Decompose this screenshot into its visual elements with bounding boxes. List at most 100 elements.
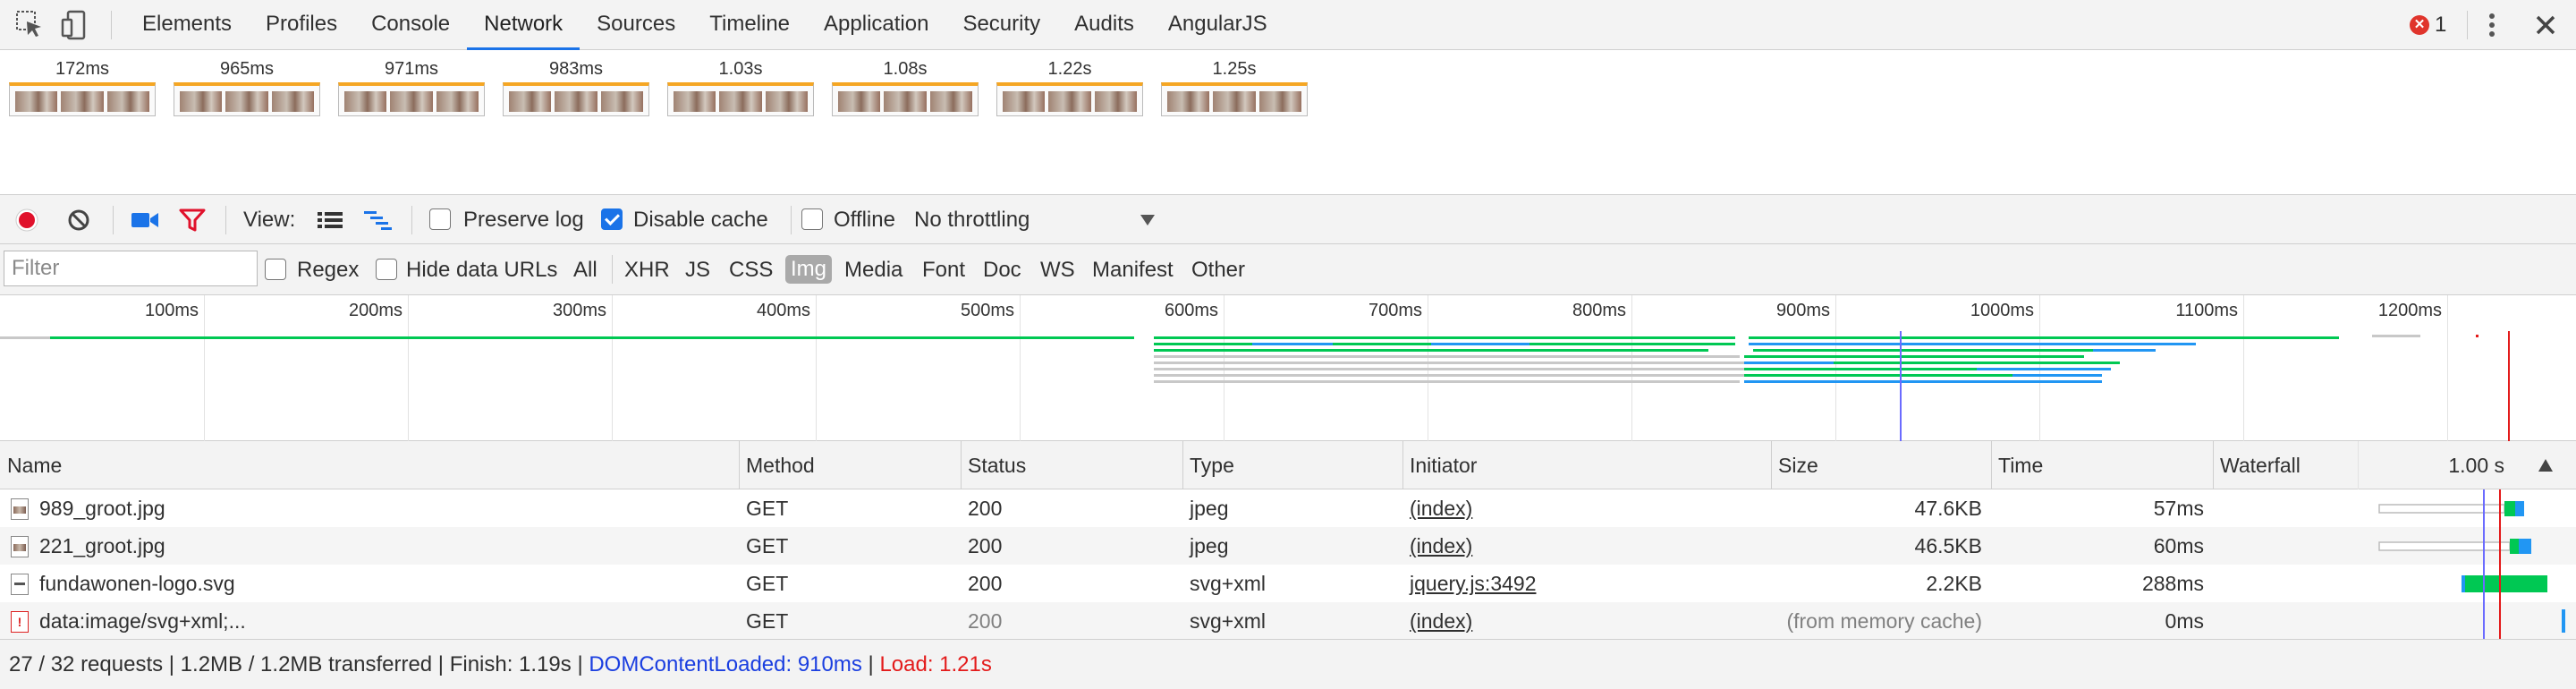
view-label: View: (243, 208, 296, 232)
overview-request-bars (0, 331, 2510, 441)
offline-checkbox[interactable] (801, 208, 823, 230)
device-mode-icon[interactable] (59, 9, 91, 41)
type-filter-js[interactable]: JS (685, 244, 710, 295)
column-header-initiator[interactable]: Initiator (1402, 441, 1477, 489)
tab-elements[interactable]: Elements (125, 0, 249, 50)
request-status: 200 (968, 497, 1003, 520)
error-count: 1 (2435, 13, 2447, 37)
request-size: 46.5KB (1914, 534, 1982, 557)
disable-cache-checkbox[interactable] (601, 208, 623, 230)
type-filter-all[interactable]: All (573, 244, 597, 295)
filmstrip-frame[interactable]: 1.25s (1161, 57, 1308, 116)
filmstrip-frame[interactable]: 1.08s (832, 57, 979, 116)
request-name: 221_groot.jpg (39, 534, 165, 557)
request-method: GET (746, 609, 789, 633)
request-time: 60ms (2153, 534, 2204, 557)
filter-bar: Regex Hide data URLs All XHR JS CSS Img … (0, 244, 2576, 295)
request-time: 57ms (2153, 497, 2204, 520)
summary-domcontentloaded: DOMContentLoaded: 910ms (589, 652, 862, 676)
regex-checkbox[interactable] (265, 259, 286, 280)
tab-audits[interactable]: Audits (1057, 0, 1151, 50)
column-header-type[interactable]: Type (1182, 441, 1234, 489)
table-row[interactable]: 989_groot.jpg GET 200 jpeg (index) 47.6K… (0, 489, 2576, 527)
column-header-time[interactable]: Time (1991, 441, 2043, 489)
preserve-log-checkbox[interactable] (429, 208, 451, 230)
more-options-icon[interactable] (2476, 9, 2508, 41)
table-row[interactable]: fundawonen-logo.svg GET 200 svg+xml jque… (0, 565, 2576, 602)
screenshot-filmstrip: 172ms 965ms 971ms 983ms 1.03s 1.08s 1.22… (0, 50, 2576, 195)
tab-security[interactable]: Security (945, 0, 1057, 50)
type-filter-doc[interactable]: Doc (983, 244, 1021, 295)
frame-time: 1.03s (718, 59, 763, 79)
throttling-value: No throttling (914, 208, 1030, 232)
network-summary-bar: 27 / 32 requests | 1.2MB / 1.2MB transfe… (0, 639, 2576, 689)
column-header-size[interactable]: Size (1771, 441, 1818, 489)
frame-time: 983ms (548, 59, 604, 79)
offline-label: Offline (834, 208, 895, 232)
request-status: 200 (968, 609, 1003, 633)
type-filter-xhr[interactable]: XHR (624, 244, 670, 295)
hide-data-urls-label: Hide data URLs (406, 258, 558, 282)
tab-sources[interactable]: Sources (580, 0, 692, 50)
clear-icon[interactable] (66, 208, 91, 233)
tab-angularjs[interactable]: AngularJS (1151, 0, 1284, 50)
column-header-status[interactable]: Status (961, 441, 1026, 489)
column-header-waterfall[interactable]: Waterfall (2213, 441, 2301, 489)
network-toolbar: View: Preserve log Disable cache Offline… (0, 195, 2576, 244)
type-filter-ws[interactable]: WS (1040, 244, 1075, 295)
filter-funnel-icon[interactable] (179, 208, 206, 233)
error-counter[interactable]: ✕ 1 (2410, 12, 2446, 38)
tab-profiles[interactable]: Profiles (249, 0, 354, 50)
filmstrip-frame[interactable]: 1.03s (667, 57, 814, 116)
waterfall-bar (2378, 501, 2524, 516)
type-filter-css[interactable]: CSS (729, 244, 773, 295)
request-initiator-link[interactable]: (index) (1402, 602, 1771, 640)
filmstrip-frame[interactable]: 971ms (338, 57, 485, 116)
request-initiator-link[interactable]: (index) (1402, 489, 1771, 527)
hide-data-urls-checkbox[interactable] (376, 259, 397, 280)
sort-ascending-icon[interactable] (2537, 457, 2555, 473)
request-size: 47.6KB (1914, 497, 1982, 520)
filter-input[interactable] (4, 251, 258, 286)
tab-console[interactable]: Console (354, 0, 467, 50)
list-view-icon[interactable] (317, 209, 343, 231)
column-header-method[interactable]: Method (739, 441, 815, 489)
request-name: data:image/svg+xml;... (39, 609, 246, 633)
type-filter-img[interactable]: Img (785, 255, 833, 284)
filmstrip-frame[interactable]: 1.22s (996, 57, 1143, 116)
frame-thumbnail (1161, 82, 1308, 116)
regex-label: Regex (297, 258, 360, 282)
svg-file-icon (11, 574, 29, 595)
waterfall-scale-label: 1.00 s (2448, 454, 2504, 477)
image-file-icon (11, 498, 29, 520)
filmstrip-frame[interactable]: 983ms (503, 57, 649, 116)
request-type: jpeg (1190, 497, 1229, 520)
type-filter-font[interactable]: Font (922, 244, 965, 295)
type-filter-media[interactable]: Media (844, 244, 902, 295)
table-row[interactable]: data:image/svg+xml;... GET 200 svg+xml (… (0, 602, 2576, 640)
capture-screenshots-icon[interactable] (131, 209, 159, 231)
network-overview[interactable]: 100ms 200ms 300ms 400ms 500ms 600ms 700m… (0, 295, 2576, 441)
tab-network[interactable]: Network (467, 0, 580, 50)
request-type: jpeg (1190, 534, 1229, 557)
frame-time: 965ms (219, 59, 275, 79)
waterfall-view-icon[interactable] (363, 209, 394, 231)
column-header-name[interactable]: Name (0, 441, 62, 489)
tab-timeline[interactable]: Timeline (692, 0, 807, 50)
request-type: svg+xml (1190, 609, 1266, 633)
throttling-select[interactable]: No throttling (914, 195, 1165, 244)
type-filter-other[interactable]: Other (1191, 244, 1245, 295)
filmstrip-frame[interactable]: 965ms (174, 57, 320, 116)
close-devtools-icon[interactable] (2529, 9, 2562, 41)
record-icon[interactable] (14, 208, 39, 233)
inspect-element-icon[interactable] (14, 9, 47, 41)
type-filter-manifest[interactable]: Manifest (1092, 244, 1174, 295)
filmstrip-frame[interactable]: 172ms (9, 57, 156, 116)
toolbar-divider (411, 206, 412, 234)
request-method: GET (746, 572, 789, 595)
request-method: GET (746, 534, 789, 557)
request-initiator-link[interactable]: jquery.js:3492 (1402, 565, 1771, 602)
table-row[interactable]: 221_groot.jpg GET 200 jpeg (index) 46.5K… (0, 527, 2576, 565)
tab-application[interactable]: Application (807, 0, 945, 50)
request-initiator-link[interactable]: (index) (1402, 527, 1771, 565)
